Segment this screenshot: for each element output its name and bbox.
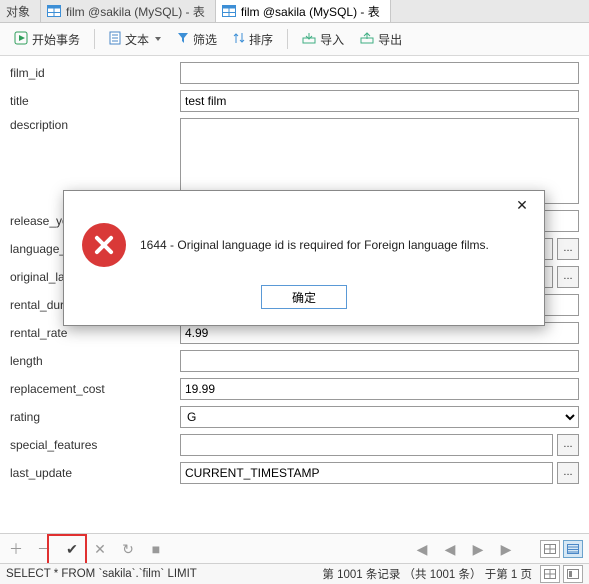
dialog-ok-button[interactable]: 确定 — [261, 285, 347, 309]
close-icon: ✕ — [516, 197, 528, 214]
dialog-titlebar: ✕ — [64, 191, 544, 219]
dialog-message: 1644 - Original language id is required … — [140, 237, 489, 254]
modal-overlay: ✕ 1644 - Original language id is require… — [0, 0, 589, 584]
error-icon — [82, 223, 126, 267]
dialog-close-button[interactable]: ✕ — [504, 193, 540, 217]
error-dialog: ✕ 1644 - Original language id is require… — [63, 190, 545, 326]
